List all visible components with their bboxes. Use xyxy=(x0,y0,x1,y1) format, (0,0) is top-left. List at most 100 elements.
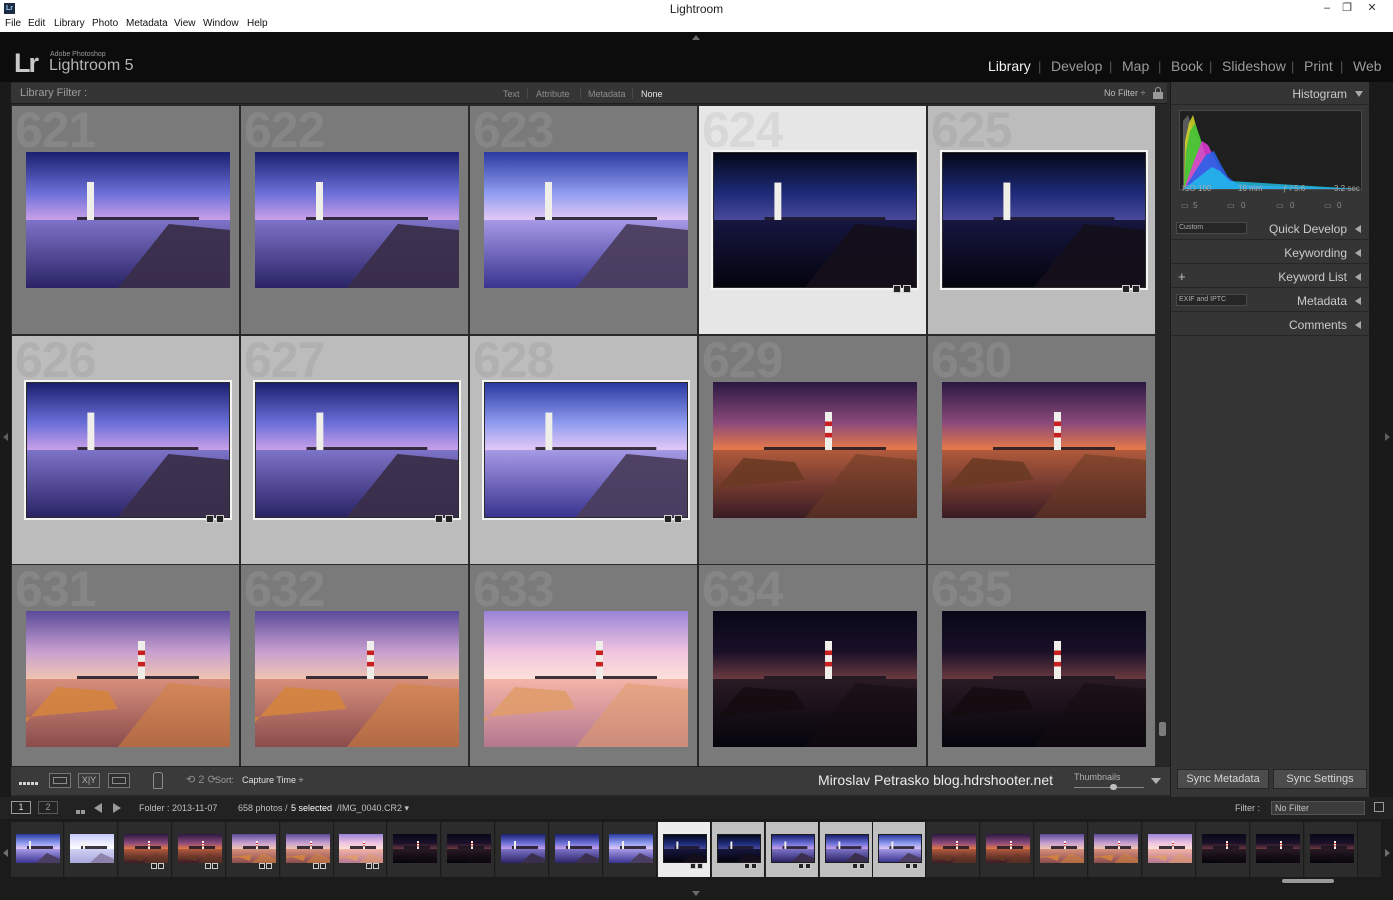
right-panel-toggle-icon[interactable] xyxy=(1385,433,1390,441)
grid-cell[interactable]: 634 xyxy=(699,565,927,794)
filmstrip-cell[interactable] xyxy=(712,822,765,877)
lock-icon[interactable] xyxy=(1153,87,1163,99)
expand-triangle-icon[interactable] xyxy=(1355,273,1361,281)
filmstrip-thumbnail[interactable] xyxy=(1310,834,1354,863)
current-filename[interactable]: /IMG_0040.CR2 ▾ xyxy=(337,803,409,814)
filmstrip-cell[interactable] xyxy=(658,822,711,877)
grid-cell[interactable]: 622 xyxy=(241,106,469,335)
menu-view[interactable]: View xyxy=(174,18,196,29)
filmstrip-thumbnail[interactable] xyxy=(70,834,114,863)
filmstrip-thumbnail[interactable] xyxy=(986,834,1030,863)
filmstrip-cell[interactable] xyxy=(604,822,657,877)
back-arrow-icon[interactable] xyxy=(94,803,102,813)
close-button[interactable]: ✕ xyxy=(1361,0,1383,17)
loupe-view-icon[interactable] xyxy=(49,773,71,788)
filter-attribute-tab[interactable]: Attribute xyxy=(536,89,570,99)
filter-toggle-icon[interactable] xyxy=(1374,802,1384,812)
bottom-panel-toggle-icon[interactable] xyxy=(692,891,700,896)
develop-badge-icon[interactable] xyxy=(903,285,911,293)
grid-cell[interactable]: 631 xyxy=(12,565,240,794)
filmstrip-cell[interactable] xyxy=(820,822,873,877)
module-book[interactable]: Book xyxy=(1171,58,1203,74)
expand-triangle-icon[interactable] xyxy=(1355,321,1361,329)
grid-scrollbar-thumb[interactable] xyxy=(1159,722,1166,736)
develop-badge-icon[interactable] xyxy=(1132,285,1140,293)
grid-cell[interactable]: 632 xyxy=(241,565,469,794)
module-print[interactable]: Print xyxy=(1304,58,1333,74)
expand-triangle-icon[interactable] xyxy=(1355,249,1361,257)
grid-cell[interactable]: 627 xyxy=(241,336,469,565)
photo-thumbnail[interactable] xyxy=(482,380,690,520)
photo-thumbnail[interactable] xyxy=(26,611,230,747)
expand-triangle-icon[interactable] xyxy=(1355,225,1361,233)
module-slideshow[interactable]: Slideshow xyxy=(1222,58,1286,74)
filmstrip-scrollbar-thumb[interactable] xyxy=(1282,879,1334,883)
collapse-triangle-icon[interactable] xyxy=(1355,91,1363,97)
filmstrip-thumbnail[interactable] xyxy=(609,834,653,863)
grid-cell[interactable]: 629 xyxy=(699,336,927,565)
filmstrip-thumbnail[interactable] xyxy=(1094,834,1138,863)
filmstrip-cell[interactable] xyxy=(334,822,387,877)
sort-select[interactable]: Capture Time ÷ xyxy=(242,775,303,785)
filmstrip-cell[interactable] xyxy=(1251,822,1304,877)
photo-thumbnail[interactable] xyxy=(942,382,1146,518)
filmstrip-thumbnail[interactable] xyxy=(555,834,599,863)
maximize-button[interactable]: ❐ xyxy=(1336,0,1358,17)
photo-thumbnail[interactable] xyxy=(713,382,917,518)
crop-badge-icon[interactable] xyxy=(1122,285,1130,293)
module-develop[interactable]: Develop xyxy=(1051,58,1102,74)
grid-scrollbar[interactable] xyxy=(1157,104,1170,766)
keyword-list-header[interactable]: + Keyword List xyxy=(1171,265,1369,288)
filmstrip-cell[interactable] xyxy=(1035,822,1088,877)
filter-none-tab[interactable]: None xyxy=(641,89,663,99)
menu-library[interactable]: Library xyxy=(54,18,85,29)
develop-badge-icon[interactable] xyxy=(674,515,682,523)
grid-cell[interactable]: 633 xyxy=(470,565,698,794)
filmstrip-cell[interactable] xyxy=(496,822,549,877)
filmstrip-filter-select[interactable]: No Filter xyxy=(1271,801,1365,815)
grid-view-icon[interactable] xyxy=(76,802,87,832)
filmstrip-scroll-left-icon[interactable] xyxy=(3,849,8,857)
filmstrip-cell[interactable] xyxy=(1305,822,1358,877)
menu-window[interactable]: Window xyxy=(203,18,239,29)
filmstrip-scroll-right-icon[interactable] xyxy=(1385,849,1390,857)
filmstrip-cell[interactable] xyxy=(550,822,603,877)
filter-metadata-tab[interactable]: Metadata xyxy=(588,89,626,99)
minimize-button[interactable]: – xyxy=(1316,0,1338,17)
filmstrip-cell[interactable] xyxy=(927,822,980,877)
photo-thumbnail[interactable] xyxy=(255,152,459,288)
grid-cell[interactable]: 630 xyxy=(928,336,1156,565)
secondary-window-button[interactable]: 2 xyxy=(38,801,58,814)
photo-thumbnail[interactable] xyxy=(942,611,1146,747)
filmstrip-cell[interactable] xyxy=(227,822,280,877)
compare-view-icon[interactable]: X|Y xyxy=(78,773,100,788)
top-panel-toggle-icon[interactable] xyxy=(692,35,700,40)
filmstrip-cell[interactable] xyxy=(173,822,226,877)
main-window-button[interactable]: 1 xyxy=(11,801,31,814)
filmstrip-thumbnail[interactable] xyxy=(1148,834,1192,863)
photo-thumbnail[interactable] xyxy=(253,380,461,520)
add-keyword-plus-icon[interactable]: + xyxy=(1178,269,1186,284)
metadata-set-select[interactable]: EXIF and IPTC xyxy=(1176,294,1247,306)
painter-spray-icon[interactable] xyxy=(153,772,163,789)
photo-thumbnail[interactable] xyxy=(484,152,688,288)
photo-thumbnail[interactable] xyxy=(713,611,917,747)
keywording-header[interactable]: Keywording xyxy=(1171,241,1369,264)
filmstrip-cell[interactable] xyxy=(1089,822,1142,877)
filmstrip-cell[interactable] xyxy=(873,822,926,877)
develop-badge-icon[interactable] xyxy=(216,515,224,523)
folder-path[interactable]: Folder : 2013-11-07 xyxy=(139,803,217,813)
filmstrip-thumbnail[interactable] xyxy=(501,834,545,863)
grid-cell[interactable]: 621 xyxy=(12,106,240,335)
photo-thumbnail[interactable] xyxy=(711,150,919,290)
filmstrip-cell[interactable] xyxy=(442,822,495,877)
crop-badge-icon[interactable] xyxy=(206,515,214,523)
filmstrip-cell[interactable] xyxy=(1197,822,1250,877)
rotate-icon[interactable]: ⟲ 2 ⟳ xyxy=(186,773,217,786)
crop-badge-icon[interactable] xyxy=(893,285,901,293)
crop-badge-icon[interactable] xyxy=(664,515,672,523)
histogram-header[interactable]: Histogram xyxy=(1171,82,1369,105)
comments-header[interactable]: Comments xyxy=(1171,313,1369,336)
filmstrip-thumbnail[interactable] xyxy=(16,834,60,863)
filter-preset-select[interactable]: No Filter ÷ xyxy=(1104,88,1145,98)
